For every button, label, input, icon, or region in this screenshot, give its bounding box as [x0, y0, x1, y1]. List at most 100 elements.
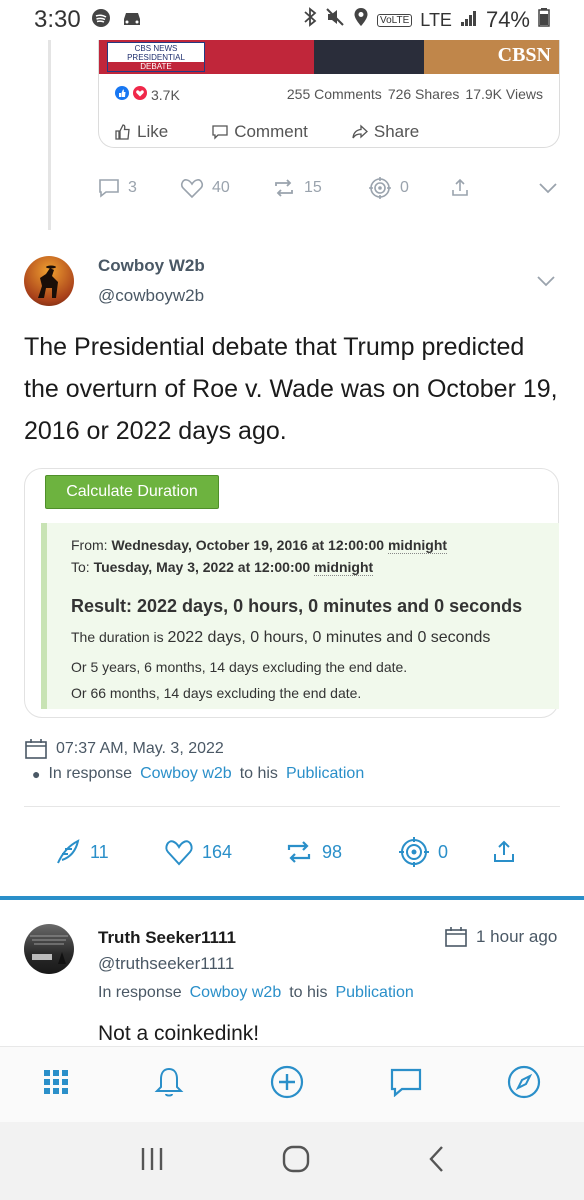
battery-icon — [538, 7, 550, 33]
like-label: Like — [137, 122, 169, 141]
post-actions: 11 164 98 0 — [54, 836, 534, 868]
share-button[interactable] — [492, 840, 516, 864]
views-count: 17.9K Views — [465, 86, 543, 102]
reply-button[interactable]: 3 — [98, 177, 180, 199]
volte-icon: VoLTE — [376, 13, 413, 27]
chevron-down-icon — [537, 276, 555, 287]
grid-icon[interactable] — [43, 1069, 69, 1100]
comment-button[interactable]: Comment — [212, 122, 308, 142]
embedded-video-card[interactable]: CBS NEWS PRESIDENTIAL DEBATE CBSN 3.7K 2… — [98, 40, 560, 148]
response-user-link[interactable]: Cowboy w2b — [140, 765, 232, 783]
heart-icon — [180, 179, 204, 199]
status-bar: 3:30 VoLTE LTE 74% — [0, 0, 584, 40]
home-icon[interactable] — [282, 1145, 310, 1178]
quill-icon — [57, 839, 80, 864]
reply-author-handle[interactable]: @truthseeker1111 — [98, 954, 234, 974]
alt-duration-2: Or 66 months, 14 days excluding the end … — [71, 685, 362, 701]
reply-author-name[interactable]: Truth Seeker1111 — [98, 928, 236, 948]
like-count: 164 — [202, 841, 233, 862]
spotify-icon — [91, 7, 111, 34]
reaction-count[interactable]: 3.7K — [151, 87, 180, 103]
to-line: To: Tuesday, May 3, 2022 at 12:00:00 mid… — [71, 559, 374, 576]
video-actions: Like Comment Share — [115, 122, 419, 142]
reply-text: Not a coinkedink! — [98, 1022, 260, 1045]
heart-icon — [165, 840, 193, 866]
reply-count: 11 — [90, 841, 109, 862]
share-button[interactable]: Share — [352, 122, 419, 142]
link-preview-card[interactable]: Calculate Duration From: Wednesday, Octo… — [24, 468, 559, 718]
repost-count: 15 — [304, 179, 322, 196]
alt-duration-1: Or 5 years, 6 months, 14 days excluding … — [71, 659, 408, 675]
thread-line — [48, 40, 51, 230]
response-user-link[interactable]: Cowboy w2b — [190, 984, 282, 1002]
share-label: Share — [373, 122, 420, 141]
target-icon — [399, 837, 429, 867]
thumbs-up-icon — [115, 124, 130, 140]
reply-time: 1 hour ago — [444, 926, 557, 948]
like-button[interactable]: 164 — [164, 838, 284, 866]
like-button[interactable]: 40 — [180, 177, 272, 199]
bottom-navigation — [0, 1046, 584, 1122]
author-name[interactable]: Cowboy W2b — [98, 256, 205, 276]
like-button[interactable]: Like — [115, 122, 168, 142]
post-options-button[interactable] — [536, 274, 556, 293]
post-timestamp: 07:37 AM, May. 3, 2022 — [24, 738, 224, 760]
signal-icon — [460, 7, 478, 33]
plus-circle-icon[interactable] — [270, 1065, 304, 1104]
battery-level: 74% — [485, 7, 530, 32]
shares-count[interactable]: 726 Shares — [388, 86, 460, 103]
like-reaction-icon — [115, 86, 129, 103]
upload-icon — [452, 178, 468, 196]
love-reaction-icon — [133, 86, 147, 103]
thread-separator — [0, 896, 584, 900]
share-button[interactable] — [450, 178, 532, 198]
video-thumbnail[interactable]: CBS NEWS PRESIDENTIAL DEBATE CBSN — [99, 40, 559, 74]
duration-result-box: From: Wednesday, October 19, 2016 at 12:… — [41, 523, 559, 709]
calendar-icon — [25, 739, 47, 759]
compass-icon[interactable] — [507, 1065, 541, 1104]
repost-button[interactable]: 15 — [272, 177, 368, 199]
car-icon — [121, 7, 143, 34]
tip-button[interactable]: 0 — [398, 836, 492, 868]
author-handle[interactable]: @cowboyw2b — [98, 286, 204, 306]
system-navigation — [0, 1122, 584, 1200]
result-line: Result: 2022 days, 0 hours, 0 minutes an… — [71, 596, 523, 616]
overlay-presidential: PRESIDENTIAL — [127, 53, 185, 62]
bluetooth-icon — [303, 7, 317, 33]
publication-link[interactable]: Publication — [335, 984, 413, 1002]
calculate-duration-button[interactable]: Calculate Duration — [45, 475, 219, 509]
post-text: The Presidential debate that Trump predi… — [24, 333, 558, 445]
recents-icon[interactable] — [139, 1146, 165, 1177]
tip-button[interactable]: 0 — [368, 176, 450, 200]
reply-count: 3 — [128, 179, 137, 196]
back-icon[interactable] — [427, 1145, 445, 1178]
network-label: LTE — [420, 9, 452, 30]
reply-in-response-line: In response Cowboy w2b to his Publicatio… — [98, 984, 414, 1002]
from-line: From: Wednesday, October 19, 2016 at 12:… — [71, 537, 448, 554]
status-time: 3:30 — [34, 6, 81, 33]
more-options-button[interactable] — [538, 181, 558, 195]
comments-count[interactable]: 255 Comments — [287, 86, 382, 103]
duration-line: The duration is 2022 days, 0 hours, 0 mi… — [71, 629, 491, 646]
comment-label: Comment — [234, 122, 308, 141]
bell-icon[interactable] — [154, 1066, 184, 1103]
upload-icon — [494, 840, 514, 862]
avatar[interactable] — [24, 256, 74, 306]
repost-icon — [287, 841, 311, 863]
reply-button[interactable]: 11 — [54, 838, 164, 866]
repost-icon — [275, 179, 293, 197]
in-response-line: ● In response Cowboy w2b to his Publicat… — [32, 765, 365, 783]
comment-bubble-icon — [212, 125, 228, 140]
chat-icon[interactable] — [390, 1067, 422, 1102]
repost-count: 98 — [322, 841, 343, 862]
repost-button[interactable]: 98 — [284, 838, 398, 866]
debate-overlay: CBS NEWS PRESIDENTIAL DEBATE — [107, 42, 205, 72]
bullet-dot: ● — [32, 766, 41, 782]
video-stats: 3.7K 255 Comments 726 Shares 17.9K Views — [115, 86, 543, 103]
overlay-debate: DEBATE — [108, 62, 204, 71]
publication-link[interactable]: Publication — [286, 765, 364, 783]
like-count: 40 — [212, 179, 230, 196]
mute-icon — [325, 7, 345, 33]
reply-avatar[interactable] — [24, 924, 74, 974]
location-icon — [353, 7, 369, 33]
